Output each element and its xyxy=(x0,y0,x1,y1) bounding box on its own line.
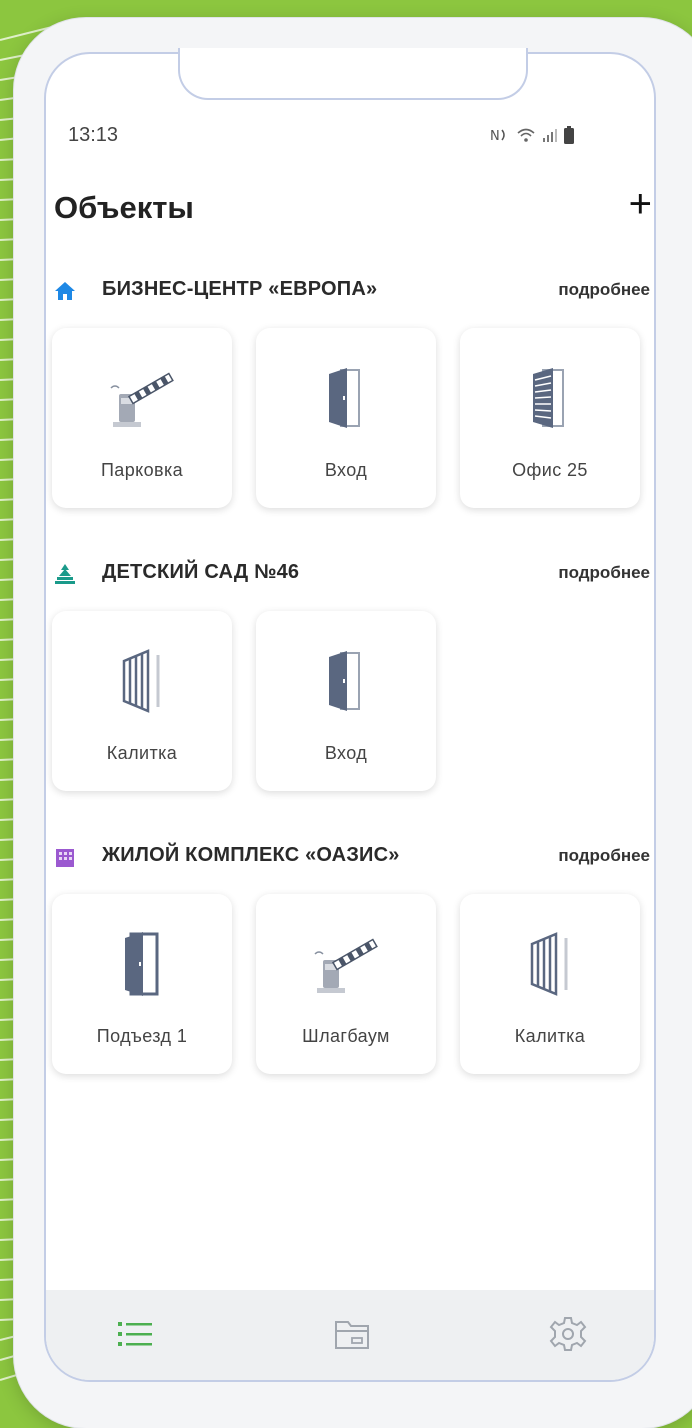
door-icon xyxy=(52,930,232,998)
page-title: Объекты xyxy=(54,190,194,225)
home-icon xyxy=(54,280,76,302)
section-header: ЖИЛОЙ КОМПЛЕКС «ОАЗИС» подробнее xyxy=(46,842,654,872)
access-point-card-entrance[interactable]: Вход xyxy=(256,611,436,791)
status-time: 13:13 xyxy=(68,124,119,146)
battery-icon xyxy=(564,126,574,148)
card-label: Калитка xyxy=(106,743,178,763)
bottom-tab-bar xyxy=(46,1290,654,1380)
access-point-card-office[interactable]: Офис 25 xyxy=(460,328,640,508)
status-bar: 13:13 N xyxy=(46,124,654,150)
app-header: Объекты + xyxy=(46,184,654,236)
access-point-card-barrier[interactable]: Шлагбаум xyxy=(256,894,436,1074)
status-icons: N xyxy=(490,126,574,148)
card-grid: Парковка Вход Офис 25 xyxy=(52,328,640,508)
signal-icon xyxy=(542,127,558,147)
access-point-card-wicket[interactable]: Калитка xyxy=(460,894,640,1074)
door-icon xyxy=(256,647,436,715)
barrier-icon xyxy=(256,930,436,998)
section-header: БИЗНЕС-ЦЕНТР «ЕВРОПА» подробнее xyxy=(46,276,654,306)
kindergarten-icon xyxy=(54,563,76,585)
card-label: Подъезд 1 xyxy=(96,1026,188,1046)
shutter-door-icon xyxy=(460,364,640,432)
card-label: Офис 25 xyxy=(512,460,588,480)
list-icon xyxy=(114,1322,158,1358)
tab-keys[interactable] xyxy=(330,1314,374,1354)
svg-text:N: N xyxy=(490,129,500,143)
tab-settings[interactable] xyxy=(546,1314,590,1354)
door-icon xyxy=(256,364,436,432)
details-link[interactable]: подробнее xyxy=(558,563,650,583)
card-grid: Подъезд 1 Шлагбаум Калитка xyxy=(52,894,640,1074)
section-header: ДЕТСКИЙ САД №46 подробнее xyxy=(46,559,654,589)
card-label: Шлагбаум xyxy=(302,1026,390,1046)
object-section-oasis: ЖИЛОЙ КОМПЛЕКС «ОАЗИС» подробнее Подъезд… xyxy=(46,842,654,1112)
barrier-icon xyxy=(52,364,232,432)
card-label: Вход xyxy=(324,460,368,480)
card-label: Парковка xyxy=(100,460,184,480)
card-label: Вход xyxy=(324,743,368,763)
access-point-card-wicket[interactable]: Калитка xyxy=(52,611,232,791)
tab-objects[interactable] xyxy=(114,1314,158,1354)
details-link[interactable]: подробнее xyxy=(558,280,650,300)
access-point-card-parking[interactable]: Парковка xyxy=(52,328,232,508)
object-section-europa: БИЗНЕС-ЦЕНТР «ЕВРОПА» подробнее Парковка… xyxy=(46,276,654,546)
section-title: ДЕТСКИЙ САД №46 xyxy=(102,561,300,583)
object-section-kindergarten: ДЕТСКИЙ САД №46 подробнее Калитка Вход xyxy=(46,559,654,829)
section-title: ЖИЛОЙ КОМПЛЕКС «ОАЗИС» xyxy=(102,844,400,866)
access-point-card-entrance[interactable]: Вход xyxy=(256,328,436,508)
gate-icon xyxy=(52,647,232,715)
add-object-button[interactable]: + xyxy=(629,184,652,224)
wifi-icon xyxy=(516,127,536,147)
card-grid: Калитка Вход xyxy=(52,611,436,791)
app-screen: 13:13 N Объекты + БИЗНЕС-ЦЕНТР «ЕВРОПА» xyxy=(44,52,656,1382)
details-link[interactable]: подробнее xyxy=(558,846,650,866)
nfc-icon: N xyxy=(490,127,510,147)
folder-card-icon xyxy=(330,1321,374,1358)
access-point-card-porch[interactable]: Подъезд 1 xyxy=(52,894,232,1074)
building-icon xyxy=(54,846,76,868)
phone-notch xyxy=(178,48,528,100)
card-label: Калитка xyxy=(514,1026,586,1046)
gate-icon xyxy=(460,930,640,998)
section-title: БИЗНЕС-ЦЕНТР «ЕВРОПА» xyxy=(102,278,378,300)
gear-icon xyxy=(546,1317,590,1358)
